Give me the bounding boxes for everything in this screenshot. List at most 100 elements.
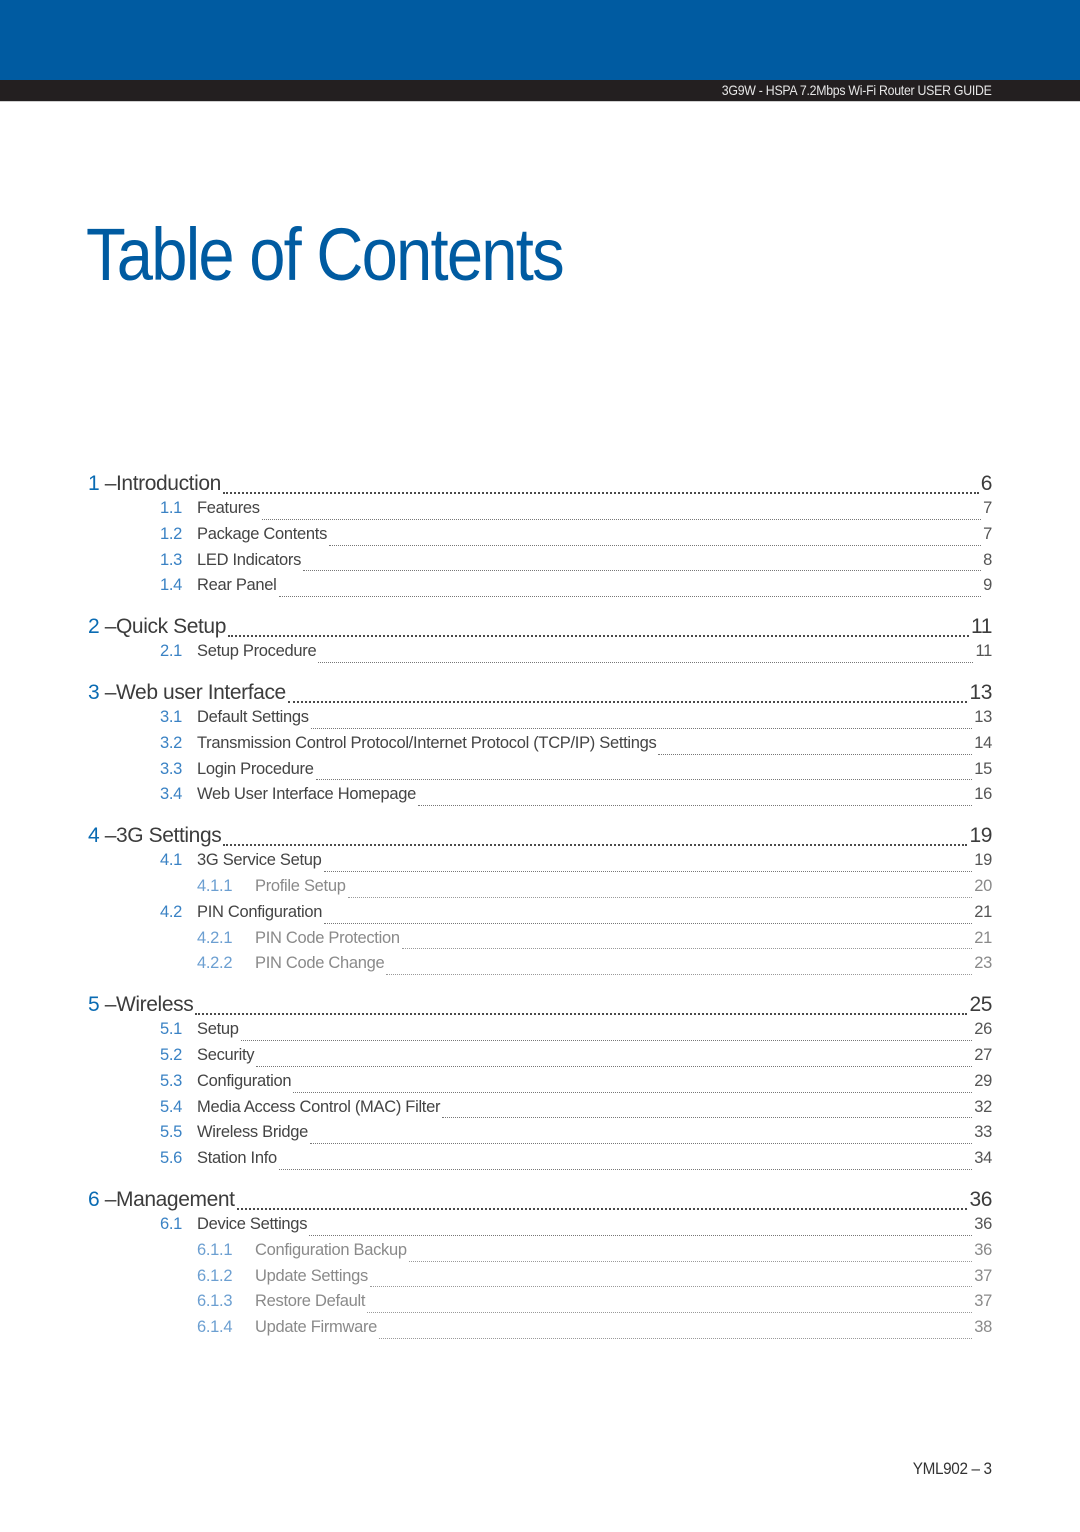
guide-title: 3G9W - HSPA 7.2Mbps Wi-Fi Router USER GU… bbox=[722, 82, 992, 98]
entry-page-number: 36 bbox=[974, 1214, 992, 1233]
entry-title: Update Settings bbox=[255, 1266, 368, 1285]
dot-leader bbox=[310, 727, 973, 729]
toc-section-entry[interactable]: 1.4 Rear Panel 9 bbox=[88, 576, 992, 602]
toc-section-entry[interactable]: 3.4 Web User Interface Homepage 16 bbox=[88, 785, 992, 811]
entry-page-number: 21 bbox=[974, 928, 992, 947]
dot-leader bbox=[236, 1207, 968, 1210]
toc-section-entry[interactable]: 5.1 Setup 26 bbox=[88, 1020, 992, 1046]
page-number: YML902 – 3 bbox=[913, 1459, 992, 1478]
entry-page-number: 32 bbox=[974, 1097, 992, 1116]
toc-subsection-entry[interactable]: 4.2.1 PIN Code Protection 21 bbox=[88, 929, 992, 955]
toc-section-entry[interactable]: 1.3 LED Indicators 8 bbox=[88, 551, 992, 577]
entry-page-number: 37 bbox=[974, 1266, 992, 1285]
dot-leader bbox=[401, 948, 973, 950]
entry-title: Configuration bbox=[197, 1071, 292, 1090]
entry-page-number: 26 bbox=[974, 1020, 992, 1039]
dot-leader bbox=[658, 753, 973, 755]
toc-subsection-entry[interactable]: 6.1.1 Configuration Backup 36 bbox=[88, 1241, 992, 1267]
dot-leader bbox=[309, 1234, 973, 1236]
separator-dash: – bbox=[99, 993, 117, 1017]
entry-page-number: 15 bbox=[974, 759, 992, 778]
toc-section-entry[interactable]: 6.1 Device Settings 36 bbox=[88, 1215, 992, 1241]
entry-number: 6 – bbox=[88, 1188, 116, 1212]
separator-dash: – bbox=[99, 615, 117, 639]
dot-leader bbox=[240, 1039, 973, 1041]
entry-page-number: 25 bbox=[969, 993, 992, 1017]
entry-number: 5.4 bbox=[160, 1097, 183, 1116]
entry-page-number: 34 bbox=[974, 1149, 992, 1168]
toc-section-entry[interactable]: 5.6 Station Info 34 bbox=[88, 1149, 992, 1175]
dot-leader bbox=[386, 974, 973, 976]
entry-number: 6.1.3 bbox=[197, 1292, 233, 1311]
entry-page-number: 37 bbox=[974, 1292, 992, 1311]
toc-section-entry[interactable]: 1.1 Features 7 bbox=[88, 499, 992, 525]
toc-section-entry[interactable]: 5.3 Configuration 29 bbox=[88, 1072, 992, 1098]
toc-section-entry[interactable]: 3.1 Default Settings 13 bbox=[88, 708, 992, 734]
dot-leader bbox=[256, 1065, 973, 1067]
entry-title: PIN Code Protection bbox=[255, 928, 400, 947]
toc-chapter-entry[interactable]: 2 – Quick Setup 11 bbox=[88, 615, 992, 642]
entry-number: 1.2 bbox=[160, 524, 183, 543]
entry-number: 6.1.2 bbox=[197, 1266, 233, 1285]
table-of-contents: 1 – Introduction 6 1.1 Features 7 1.2 Package … bbox=[88, 472, 992, 1357]
entry-page-number: 14 bbox=[974, 733, 992, 752]
entry-page-number: 19 bbox=[969, 824, 992, 848]
entry-page-number: 19 bbox=[974, 851, 992, 870]
entry-title: Features bbox=[197, 499, 260, 517]
toc-section-entry[interactable]: 4.1 3G Service Setup 19 bbox=[88, 851, 992, 877]
entry-number: 6.1.1 bbox=[197, 1240, 233, 1259]
dot-leader bbox=[318, 661, 974, 663]
dot-leader bbox=[278, 596, 982, 598]
dot-leader bbox=[315, 779, 973, 781]
toc-chapter: 6 – Management 36 6.1 Device Settings 36 6.1.… bbox=[88, 1188, 992, 1344]
entry-number: 4.2 bbox=[160, 902, 183, 921]
entry-page-number: 13 bbox=[974, 707, 992, 726]
toc-subsection-entry[interactable]: 4.2.2 PIN Code Change 23 bbox=[88, 954, 992, 980]
entry-page-number: 23 bbox=[974, 954, 992, 973]
entry-number: 4.2.2 bbox=[197, 954, 233, 973]
toc-chapter-entry[interactable]: 4 – 3G Settings 19 bbox=[88, 824, 992, 851]
toc-chapter-entry[interactable]: 3 – Web user Interface 13 bbox=[88, 681, 992, 708]
chapter-number: 3 bbox=[88, 680, 100, 704]
entry-title: Transmission Control Protocol/Internet P… bbox=[197, 733, 657, 752]
dot-leader bbox=[347, 896, 973, 898]
entry-title: Restore Default bbox=[255, 1292, 366, 1311]
entry-number: 1 – bbox=[88, 472, 116, 496]
toc-section-entry[interactable]: 5.4 Media Access Control (MAC) Filter 32 bbox=[88, 1098, 992, 1124]
toc-chapter-entry[interactable]: 6 – Management 36 bbox=[88, 1188, 992, 1215]
dot-leader bbox=[310, 1143, 973, 1145]
entry-page-number: 36 bbox=[969, 1187, 992, 1211]
toc-chapter-entry[interactable]: 5 – Wireless 25 bbox=[88, 993, 992, 1020]
toc-section-entry[interactable]: 4.2 PIN Configuration 21 bbox=[88, 903, 992, 929]
toc-subsection-entry[interactable]: 4.1.1 Profile Setup 20 bbox=[88, 877, 992, 903]
toc-section-entry[interactable]: 5.2 Security 27 bbox=[88, 1046, 992, 1072]
toc-section-entry[interactable]: 2.1 Setup Procedure 11 bbox=[88, 642, 992, 668]
dot-leader bbox=[293, 1091, 973, 1093]
toc-chapter-entry[interactable]: 1 – Introduction 6 bbox=[88, 472, 992, 499]
entry-title: Quick Setup bbox=[116, 615, 226, 639]
entry-number: 2 – bbox=[88, 615, 116, 639]
entry-number: 1.1 bbox=[160, 499, 183, 517]
toc-section-entry[interactable]: 3.2 Transmission Control Protocol/Interne… bbox=[88, 734, 992, 760]
entry-page-number: 6 bbox=[980, 472, 993, 495]
header-divider bbox=[0, 101, 1080, 102]
dot-leader bbox=[222, 492, 979, 494]
entry-number: 5.5 bbox=[160, 1123, 183, 1142]
toc-section-entry[interactable]: 5.5 Wireless Bridge 33 bbox=[88, 1123, 992, 1149]
entry-number: 1.3 bbox=[160, 550, 183, 569]
dot-leader bbox=[379, 1337, 973, 1339]
entry-title: Rear Panel bbox=[197, 576, 277, 595]
page-title: Table of Contents bbox=[86, 213, 565, 296]
toc-subsection-entry[interactable]: 6.1.2 Update Settings 37 bbox=[88, 1267, 992, 1293]
toc-section-entry[interactable]: 1.2 Package Contents 7 bbox=[88, 525, 992, 551]
entry-title: Setup bbox=[197, 1020, 239, 1039]
toc-subsection-entry[interactable]: 6.1.4 Update Firmware 38 bbox=[88, 1318, 992, 1344]
entry-page-number: 11 bbox=[975, 642, 992, 661]
entry-title: PIN Configuration bbox=[197, 902, 323, 921]
toc-subsection-entry[interactable]: 6.1.3 Restore Default 37 bbox=[88, 1292, 992, 1318]
toc-section-entry[interactable]: 3.3 Login Procedure 15 bbox=[88, 760, 992, 786]
entry-number: 4 – bbox=[88, 824, 116, 848]
toc-chapter: 3 – Web user Interface 13 3.1 Default Setti… bbox=[88, 681, 992, 811]
dot-leader bbox=[287, 700, 968, 703]
entry-title: Web user Interface bbox=[116, 680, 286, 704]
